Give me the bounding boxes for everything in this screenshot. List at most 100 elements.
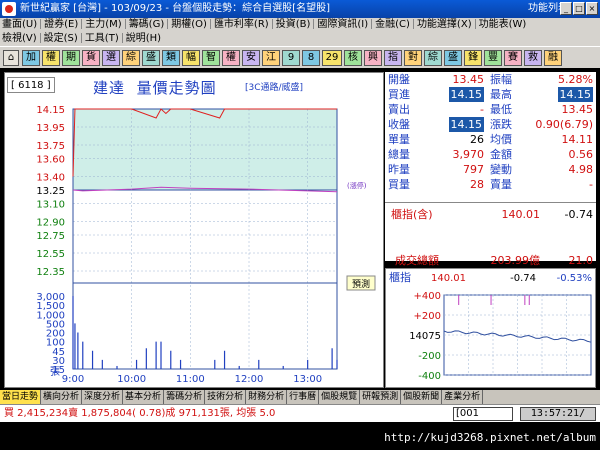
menu-item-7[interactable]: 國際資訊(I)	[317, 18, 368, 32]
stock-code-box[interactable]: [ 6118 ]	[7, 77, 55, 93]
status-time: 13:57:21/	[520, 407, 596, 421]
tab-9[interactable]: 研報預測	[360, 390, 402, 404]
price-tick-label: 13.10	[36, 200, 65, 211]
menu-row-main: 畫面(U) 證券(E) 主力(M) 籌碼(G) 期權(O) 匯市利率(R) 投資(B) 國際資…	[2, 18, 526, 32]
tab-5[interactable]: 技術分析	[205, 390, 247, 404]
stock-category: [3C通路/威盛]	[245, 83, 304, 93]
tab-7[interactable]: 行事曆	[287, 390, 320, 404]
menu-item-5[interactable]: 匯市利率(R)	[214, 18, 269, 32]
toolbar-button-22[interactable]: 鋒	[464, 50, 482, 66]
tab-2[interactable]: 深度分析	[82, 390, 124, 404]
tab-10[interactable]: 個股新聞	[401, 390, 443, 404]
menu-item-2[interactable]: 主力(M)	[85, 18, 121, 32]
mini-tick-label: -200	[418, 351, 441, 362]
toolbar-button-16[interactable]: 核	[344, 50, 362, 66]
close-label: 收盤	[388, 118, 410, 131]
toolbar-button-15[interactable]: 29	[322, 50, 342, 66]
deal-total-label: 成交總額	[395, 254, 439, 267]
forecast-label: 預測	[352, 278, 370, 290]
menu-item-6[interactable]: 投資(B)	[276, 18, 311, 32]
tab-4[interactable]: 籌碼分析	[164, 390, 206, 404]
mini-tick-label: +200	[414, 311, 441, 322]
tab-0[interactable]: 當日走勢	[0, 390, 42, 404]
chart-title: 建達 量價走勢圖	[93, 77, 217, 98]
menu-item-2-1[interactable]: 設定(S)	[44, 32, 78, 46]
close-button[interactable]: ×	[586, 2, 598, 15]
toolbar-button-23[interactable]: 豐	[484, 50, 502, 66]
toolbar-button-13[interactable]: 9	[282, 50, 300, 66]
mini-chart-change: -0.74	[510, 273, 536, 284]
menu-item-2-3[interactable]: 說明(H)	[126, 32, 161, 46]
toolbar-button-0[interactable]: 加	[22, 50, 40, 66]
turnover-label: 變動	[490, 163, 512, 176]
toolbar-button-24[interactable]: 賽	[504, 50, 522, 66]
price-tick-label: 12.90	[36, 218, 65, 229]
price-volume-chart-panel: [ 6118 ] 建達 量價走勢圖 [3C通路/威盛] 14.15 13.95 13…	[4, 72, 384, 388]
toolbar-button-10[interactable]: 權	[222, 50, 240, 66]
toolbar-button-1[interactable]: 權	[42, 50, 60, 66]
tab-3[interactable]: 基本分析	[123, 390, 165, 404]
sell-volume-label: 賣量	[490, 178, 512, 191]
time-tick-label: 12:00	[235, 374, 264, 385]
toolbar-button-25[interactable]: 救	[524, 50, 542, 66]
menu-item-8[interactable]: 金融(C)	[375, 18, 410, 32]
menu-separator	[271, 19, 273, 29]
toolbar-button-4[interactable]: 選	[102, 50, 120, 66]
price-tick-label: 13.95	[36, 123, 65, 134]
index-change: -0.74	[564, 208, 593, 221]
status-bar: 買 2,415,234賣 1,875,804( 0.78)成 971,131張,…	[0, 404, 600, 422]
home-icon[interactable]: ⌂	[3, 50, 19, 66]
toolbar-button-21[interactable]: 盛	[444, 50, 462, 66]
stock-code: 6118	[18, 80, 44, 91]
toolbar-button-26[interactable]: 融	[544, 50, 562, 66]
toolbar-button-5[interactable]: 綜	[122, 50, 140, 66]
amount-value: 0.56	[568, 148, 594, 161]
toolbar-button-8[interactable]: 幅	[182, 50, 200, 66]
chart-title-text: 量價走勢圖	[136, 79, 217, 97]
average-value: 14.11	[561, 133, 594, 146]
deal-total-value: 203.99億	[490, 254, 541, 267]
menu-item-4[interactable]: 期權(O)	[171, 18, 207, 32]
status-code-input[interactable]: [001	[453, 407, 513, 421]
tab-8[interactable]: 個股規覽	[319, 390, 361, 404]
toolbar-button-6[interactable]: 盛	[142, 50, 160, 66]
single-volume-value: 26	[470, 133, 484, 146]
toolbar-button-7[interactable]: 類	[162, 50, 180, 66]
toolbar-button-2[interactable]: 期	[62, 50, 80, 66]
toolbar-button-9[interactable]: 智	[202, 50, 220, 66]
menu-item-9[interactable]: 功能選擇(X)	[417, 18, 472, 32]
toolbar-button-17[interactable]: 興	[364, 50, 382, 66]
price-tick-label: 12.55	[36, 249, 65, 260]
minimize-button[interactable]: _	[560, 2, 572, 15]
otc-index-mini-chart: 櫃指 140.01 -0.74 -0.53% +400 +200 14075 -200 -400	[385, 268, 596, 388]
toolbar-button-12[interactable]: 江	[262, 50, 280, 66]
toolbar-button-3[interactable]: 貨	[82, 50, 100, 66]
change-label: 漲跌	[490, 118, 512, 131]
menu-item-3[interactable]: 籌碼(G)	[129, 18, 165, 32]
tab-11[interactable]: 產業分析	[442, 390, 484, 404]
menu-separator	[81, 19, 83, 29]
menu-item-1[interactable]: 證券(E)	[44, 18, 78, 32]
toolbar-button-14[interactable]: 8	[302, 50, 320, 66]
amplitude-label: 振幅	[490, 73, 512, 86]
buy-volume-label: 買量	[388, 178, 410, 191]
price-tick-label: 13.60	[36, 155, 65, 166]
toolbar-button-11[interactable]: 安	[242, 50, 260, 66]
menu-item-10[interactable]: 功能表(W)	[479, 18, 527, 32]
tab-1[interactable]: 橫向分析	[41, 390, 83, 404]
high-value: 14.15	[557, 87, 593, 102]
time-tick-label: 10:00	[117, 374, 146, 385]
maximize-button[interactable]: □	[573, 2, 585, 15]
menu-item-2-0[interactable]: 檢視(V)	[2, 32, 37, 46]
tab-6[interactable]: 財務分析	[246, 390, 288, 404]
volume-unit-label: 張	[50, 366, 60, 378]
toolbar-button-19[interactable]: 對	[404, 50, 422, 66]
mini-chart-percent: -0.53%	[557, 273, 592, 284]
toolbar-button-18[interactable]: 指	[384, 50, 402, 66]
mini-chart-label: 櫃指	[389, 270, 411, 284]
bid-label: 買進	[388, 88, 410, 101]
turnover-value: 4.98	[568, 163, 594, 176]
menu-item-0[interactable]: 畫面(U)	[2, 18, 37, 32]
toolbar-button-20[interactable]: 綜	[424, 50, 442, 66]
menu-item-2-2[interactable]: 工具(T)	[85, 32, 119, 46]
